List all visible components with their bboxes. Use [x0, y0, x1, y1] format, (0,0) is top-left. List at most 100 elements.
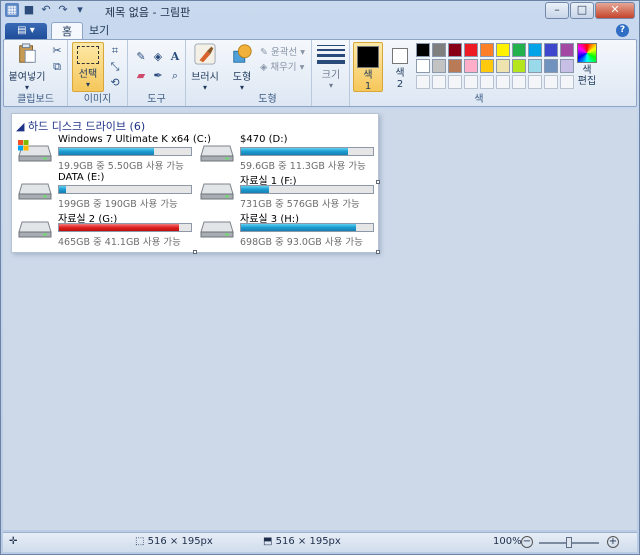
paint-app-icon[interactable]: ▦	[5, 3, 19, 17]
custom-color-slot[interactable]	[528, 75, 542, 89]
paste-button[interactable]: 붙여넣기 ▾	[8, 43, 46, 92]
palette-color-swatch[interactable]	[432, 59, 446, 73]
cut-icon[interactable]: ✂	[50, 44, 64, 58]
color1-swatch	[357, 46, 379, 68]
drives-header-label: 하드 디스크 드라이브 (6)	[27, 120, 146, 133]
shapes-button[interactable]: 도형 ▾	[227, 43, 257, 92]
close-button[interactable]: ✕	[595, 2, 635, 19]
palette-color-swatch[interactable]	[480, 59, 494, 73]
hard-drive-icon	[200, 183, 234, 200]
drive-name: DATA (E:)	[58, 172, 105, 183]
color2-button[interactable]: 색 2	[386, 42, 414, 90]
custom-color-slot[interactable]	[496, 75, 510, 89]
fill-button[interactable]: ◈ 채우기 ▾	[260, 59, 304, 73]
custom-color-slot[interactable]	[464, 75, 478, 89]
palette-color-swatch[interactable]	[512, 59, 526, 73]
custom-color-slot[interactable]	[448, 75, 462, 89]
size-line-thickest	[317, 60, 345, 64]
drawing-canvas[interactable]: ◢ 하드 디스크 드라이브 (6) Windows 7 Ultimate K x…	[11, 113, 380, 254]
palette-color-swatch[interactable]	[432, 43, 446, 57]
select-button[interactable]: 선택 ▾	[72, 42, 104, 92]
custom-color-slot[interactable]	[432, 75, 446, 89]
drive-item: Windows 7 Ultimate K x64 (C:) 19.9GB 중 5.…	[18, 134, 211, 172]
maximize-button[interactable]: □	[570, 2, 594, 19]
redo-icon[interactable]: ↷	[56, 3, 70, 17]
size-line-thin	[317, 45, 345, 46]
outline-label: 윤곽선	[270, 47, 298, 58]
color-picker-icon[interactable]: ✒	[151, 69, 165, 83]
save-icon[interactable]: ■	[22, 3, 36, 17]
palette-color-swatch[interactable]	[512, 43, 526, 57]
zoom-out-button[interactable]: −	[521, 536, 533, 548]
brushes-group: 브러시 ▾	[186, 40, 224, 106]
resize-handle-corner[interactable]	[376, 250, 380, 254]
customize-toolbar-icon[interactable]: ▾	[73, 3, 87, 17]
brushes-label: 브러시	[191, 72, 219, 83]
drive-usage-fill	[59, 224, 180, 231]
paint-menu-button[interactable]: ▤ ▾	[5, 23, 47, 39]
brushes-button[interactable]: 브러시 ▾	[189, 43, 221, 92]
zoom-slider-thumb[interactable]	[566, 537, 572, 548]
colors-group: 색 1 색 2 색 편집 색	[350, 40, 608, 106]
outline-button[interactable]: ✎ 윤곽선 ▾	[260, 44, 305, 58]
shapes-icon	[233, 44, 252, 63]
palette-color-swatch[interactable]	[480, 43, 494, 57]
drive-usage-fill	[241, 224, 356, 231]
palette-color-swatch[interactable]	[528, 59, 542, 73]
selection-size-value: 516 × 195px	[147, 536, 213, 547]
crop-icon[interactable]: ⌗	[108, 44, 122, 58]
size-line-medium	[317, 49, 345, 51]
magnifier-icon[interactable]: ⌕	[168, 69, 182, 83]
palette-color-swatch[interactable]	[448, 59, 462, 73]
help-icon[interactable]: ?	[616, 24, 629, 37]
resize-handle-right[interactable]	[376, 180, 380, 184]
clipboard-group-label: 클립보드	[17, 94, 54, 105]
custom-color-slot[interactable]	[512, 75, 526, 89]
resize-handle-bottom[interactable]	[193, 250, 197, 254]
custom-color-slot[interactable]	[480, 75, 494, 89]
edit-colors-button[interactable]: 색 편집	[572, 43, 602, 87]
palette-color-swatch[interactable]	[544, 43, 558, 57]
drive-free-space: 199GB 중 190GB 사용 가능	[58, 199, 178, 210]
hard-drive-icon	[18, 140, 52, 162]
text-icon[interactable]: A	[168, 50, 182, 64]
palette-color-swatch[interactable]	[464, 59, 478, 73]
color1-button[interactable]: 색 1	[353, 42, 383, 92]
tab-view[interactable]: 보기	[79, 22, 119, 40]
drive-name: $470 (D:)	[240, 134, 288, 145]
drive-usage-fill	[241, 148, 348, 155]
select-icon	[77, 46, 99, 64]
image-size-value: 516 × 195px	[275, 536, 341, 547]
resize-icon[interactable]: ⤡	[108, 60, 122, 74]
palette-color-swatch[interactable]	[496, 43, 510, 57]
image-size-icon: ⬒	[263, 536, 273, 547]
palette-color-swatch[interactable]	[544, 59, 558, 73]
copy-icon[interactable]: ⧉	[50, 60, 64, 74]
drive-free-space: 698GB 중 93.0GB 사용 가능	[240, 237, 363, 248]
tools-group: ✎ ◈ A ▰ ✒ ⌕ 도구	[128, 40, 186, 106]
pencil-icon[interactable]: ✎	[134, 50, 148, 64]
palette-color-swatch[interactable]	[416, 59, 430, 73]
drive-item: 자료실 2 (G:) 465GB 중 41.1GB 사용 가능	[18, 210, 198, 248]
canvas-workspace[interactable]: ◢ 하드 디스크 드라이브 (6) Windows 7 Ultimate K x…	[3, 109, 637, 530]
tools-group-label: 도구	[147, 94, 166, 105]
eraser-icon[interactable]: ▰	[134, 69, 148, 83]
size-button[interactable]: 크기 ▾	[317, 45, 345, 90]
fill-bucket-icon[interactable]: ◈	[151, 50, 165, 64]
zoom-in-button[interactable]: +	[607, 536, 619, 548]
minimize-button[interactable]: –	[545, 2, 569, 19]
palette-color-swatch[interactable]	[528, 43, 542, 57]
palette-color-swatch[interactable]	[464, 43, 478, 57]
selection-size: ⬚ 516 × 195px	[135, 536, 213, 547]
palette-color-swatch[interactable]	[448, 43, 462, 57]
quick-access-toolbar: ▦ ■ ↶ ↷ ▾	[5, 3, 87, 17]
palette-color-swatch[interactable]	[416, 43, 430, 57]
fill-label: 채우기	[270, 62, 297, 73]
custom-color-slot[interactable]	[544, 75, 558, 89]
custom-color-slot[interactable]	[416, 75, 430, 89]
rotate-icon[interactable]: ⟲	[108, 76, 122, 90]
undo-icon[interactable]: ↶	[39, 3, 53, 17]
ribbon-tab-row: ▤ ▾ 홈 보기 ?	[1, 22, 639, 40]
palette-color-swatch[interactable]	[496, 59, 510, 73]
shapes-label: 도형	[232, 72, 252, 83]
